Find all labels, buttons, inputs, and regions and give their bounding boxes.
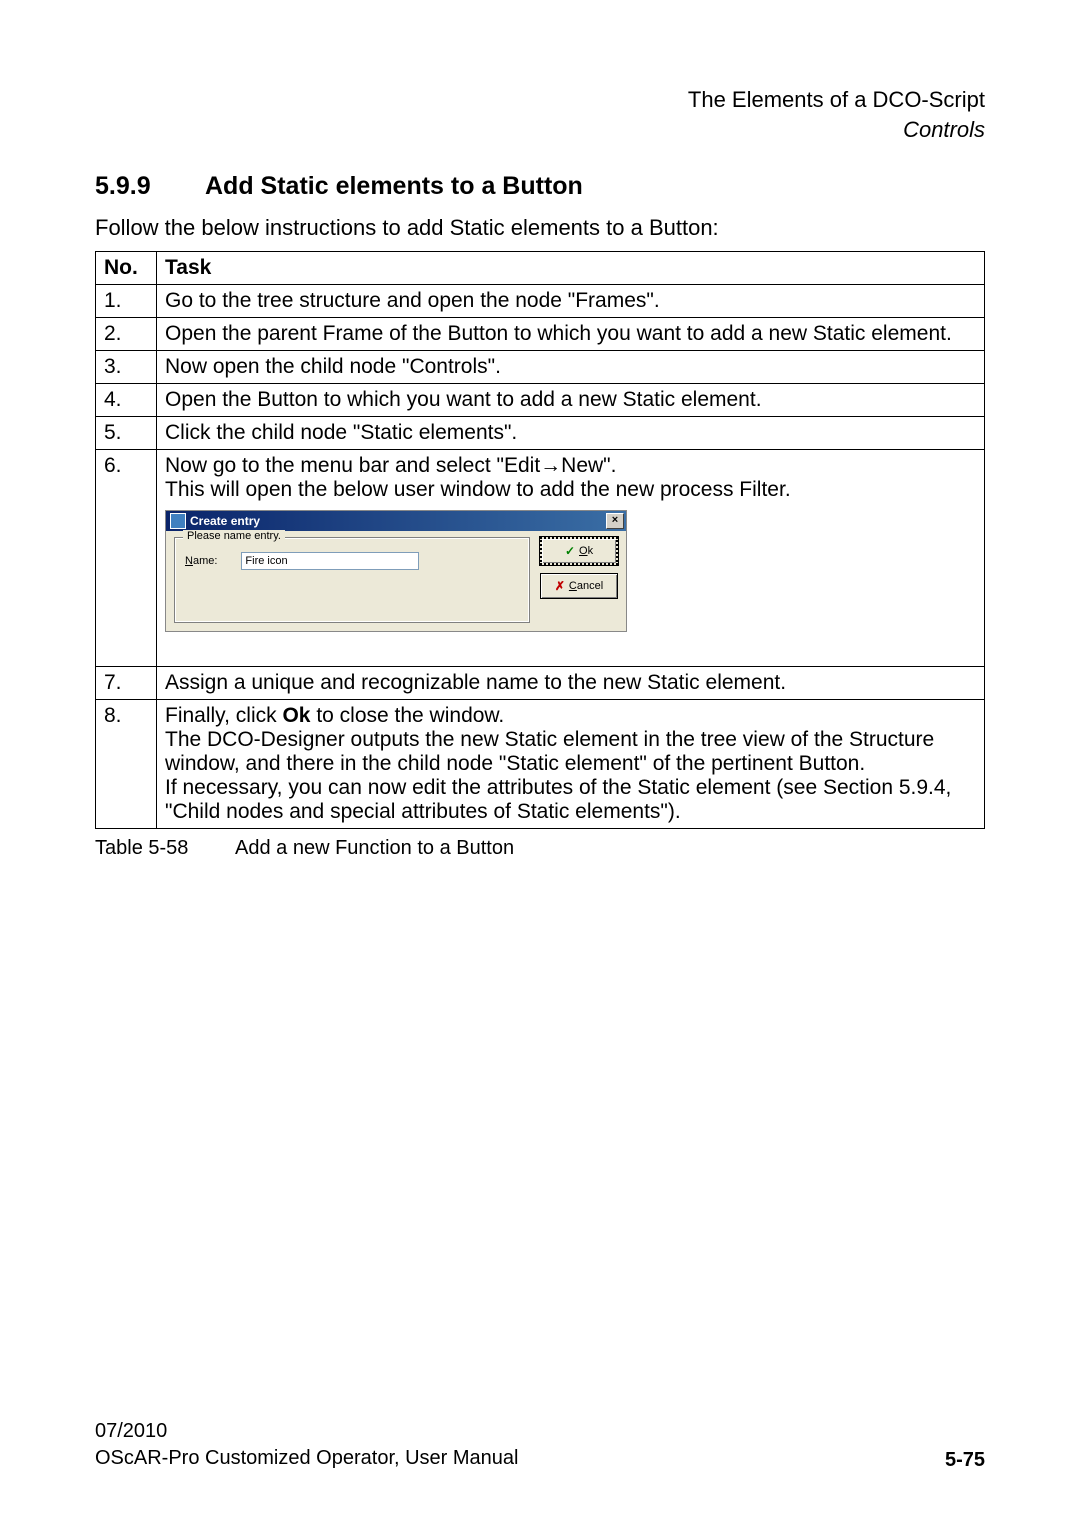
- cell-task: Go to the tree structure and open the no…: [157, 285, 985, 318]
- ok-button-label: Ok: [579, 545, 593, 557]
- caption-text: Add a new Function to a Button: [235, 837, 514, 859]
- cell-task: Assign a unique and recognizable name to…: [157, 667, 985, 700]
- name-field-row: Name:: [185, 552, 519, 570]
- table-row: 7. Assign a unique and recognizable name…: [96, 667, 985, 700]
- cell-task: Finally, click Ok to close the window. T…: [157, 700, 985, 829]
- table-row: 8. Finally, click Ok to close the window…: [96, 700, 985, 829]
- name-input[interactable]: [241, 552, 419, 570]
- task8-line1c: to close the window.: [310, 704, 504, 727]
- section-intro: Follow the below instructions to add Sta…: [95, 215, 985, 241]
- table-row: 4. Open the Button to which you want to …: [96, 384, 985, 417]
- header-title: The Elements of a DCO-Script: [95, 85, 985, 115]
- cancel-button-label: Cancel: [569, 580, 603, 592]
- footer-left: 07/2010 OScAR-Pro Customized Operator, U…: [95, 1418, 519, 1472]
- cell-no: 5.: [96, 417, 157, 450]
- footer-date: 07/2010: [95, 1418, 519, 1445]
- task6-line2: This will open the below user window to …: [165, 478, 976, 502]
- col-no: No.: [96, 252, 157, 285]
- cell-no: 4.: [96, 384, 157, 417]
- cell-task: Open the Button to which you want to add…: [157, 384, 985, 417]
- cancel-button[interactable]: ✗ Cancel: [540, 573, 618, 599]
- table-row: 3. Now open the child node "Controls".: [96, 351, 985, 384]
- check-icon: ✓: [565, 544, 575, 558]
- name-label: Name:: [185, 555, 217, 567]
- dialog-app-icon: [170, 513, 186, 529]
- col-task: Task: [157, 252, 985, 285]
- section-heading: 5.9.9Add Static elements to a Button: [95, 172, 985, 201]
- dialog-titlebar: Create entry ×: [166, 511, 626, 531]
- table-row: 1. Go to the tree structure and open the…: [96, 285, 985, 318]
- section-number: 5.9.9: [95, 172, 205, 201]
- task8-ok-bold: Ok: [282, 704, 310, 727]
- task6-line1: Now go to the menu bar and select "Edit→…: [165, 454, 976, 478]
- dialog-body: Please name entry. Name: ✓ Ok: [166, 531, 626, 631]
- task8-line1a: Finally, click: [165, 704, 282, 727]
- cell-task: Click the child node "Static elements".: [157, 417, 985, 450]
- table-row: 6. Now go to the menu bar and select "Ed…: [96, 450, 985, 667]
- section-title: Add Static elements to a Button: [205, 172, 583, 200]
- dialog-buttons: ✓ Ok ✗ Cancel: [540, 537, 618, 623]
- create-entry-dialog: Create entry × Please name entry. Name:: [165, 510, 627, 632]
- footer-page-number: 5-75: [945, 1449, 985, 1472]
- page: The Elements of a DCO-Script Controls 5.…: [0, 0, 1080, 1527]
- dialog-title: Create entry: [190, 514, 606, 528]
- task8-line2: The DCO-Designer outputs the new Static …: [165, 728, 934, 775]
- cell-no: 1.: [96, 285, 157, 318]
- table-row: 5. Click the child node "Static elements…: [96, 417, 985, 450]
- ok-button[interactable]: ✓ Ok: [540, 537, 618, 565]
- close-icon[interactable]: ×: [606, 513, 624, 529]
- page-footer: 07/2010 OScAR-Pro Customized Operator, U…: [95, 1418, 985, 1472]
- task8-line3: If necessary, you can now edit the attri…: [165, 776, 951, 823]
- table-header-row: No. Task: [96, 252, 985, 285]
- cell-task: Now go to the menu bar and select "Edit→…: [157, 450, 985, 667]
- header-subtitle: Controls: [95, 115, 985, 145]
- caption-label: Table 5-58: [95, 837, 235, 860]
- cell-no: 8.: [96, 700, 157, 829]
- cell-no: 3.: [96, 351, 157, 384]
- task-table: No. Task 1. Go to the tree structure and…: [95, 251, 985, 829]
- table-caption: Table 5-58Add a new Function to a Button: [95, 837, 985, 860]
- cell-no: 7.: [96, 667, 157, 700]
- cell-no: 6.: [96, 450, 157, 667]
- cell-task: Now open the child node "Controls".: [157, 351, 985, 384]
- groupbox-legend: Please name entry.: [183, 530, 285, 542]
- footer-doc: OScAR-Pro Customized Operator, User Manu…: [95, 1445, 519, 1472]
- cell-no: 2.: [96, 318, 157, 351]
- table-row: 2. Open the parent Frame of the Button t…: [96, 318, 985, 351]
- cross-icon: ✗: [555, 579, 565, 593]
- name-groupbox: Please name entry. Name:: [174, 537, 530, 623]
- cell-task: Open the parent Frame of the Button to w…: [157, 318, 985, 351]
- running-header: The Elements of a DCO-Script Controls: [95, 85, 985, 144]
